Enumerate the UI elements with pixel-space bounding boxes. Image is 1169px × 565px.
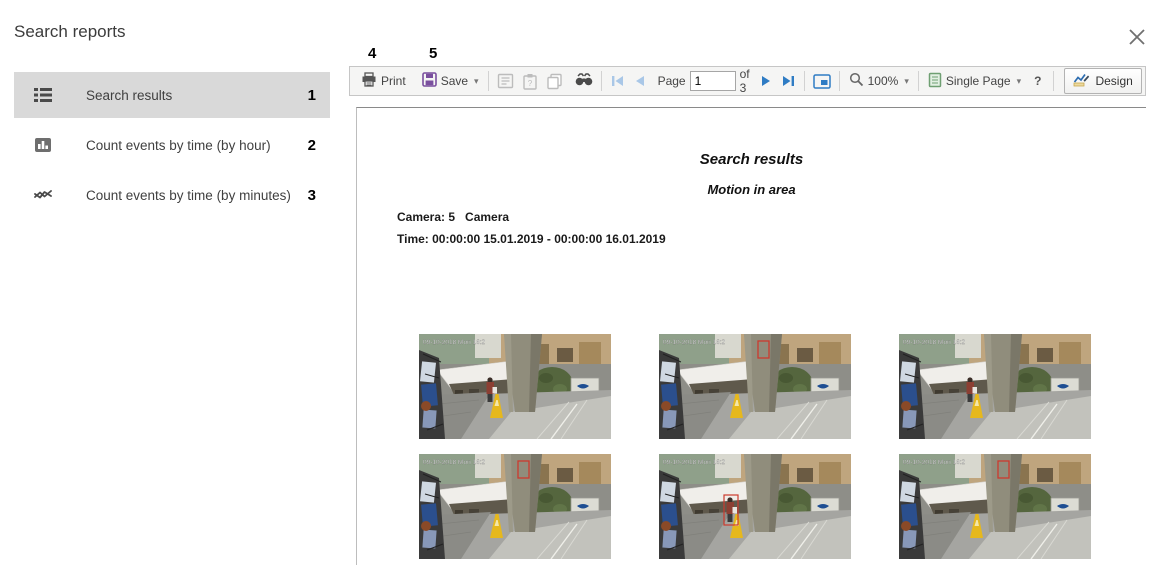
report-viewer-toolbar: Print Save ▾ ?: [349, 66, 1146, 96]
magnifier-icon: [849, 72, 864, 90]
camera-snapshot: ) 09-10-2018 Mon 16:2: [419, 454, 611, 559]
sidebar-item-label: Search results: [86, 88, 172, 103]
page-count-label: of 3: [740, 67, 750, 95]
first-page-button: [606, 73, 629, 89]
divider: [1053, 71, 1054, 91]
svg-text:?: ?: [527, 79, 532, 88]
help-button[interactable]: ?: [1026, 72, 1049, 90]
print-button[interactable]: Print: [356, 70, 411, 92]
annotation-number: 5: [429, 45, 437, 62]
divider: [918, 71, 919, 91]
design-icon: [1073, 72, 1090, 90]
svg-text:09-10-2018 Mon 16:2: 09-10-2018 Mon 16:2: [903, 339, 966, 346]
print-label: Print: [381, 74, 406, 88]
svg-text:09-10-2018 Mon 16:2: 09-10-2018 Mon 16:2: [663, 339, 726, 346]
printer-icon: [361, 72, 377, 90]
chevron-down-icon: ▾: [474, 76, 479, 87]
sidebar-item-count-by-minutes[interactable]: Count events by time (by minutes) 3: [14, 172, 330, 218]
binoculars-icon: [575, 73, 593, 90]
list-icon: [34, 86, 52, 104]
save-icon: [422, 72, 437, 90]
previous-page-button: [629, 73, 650, 89]
annotation-number: 4: [368, 45, 376, 62]
sidebar-item-label: Count events by time (by minutes): [86, 188, 291, 203]
divider: [839, 71, 840, 91]
save-button[interactable]: Save ▾: [417, 70, 484, 92]
zoom-button[interactable]: 100% ▾: [844, 70, 914, 92]
camera-info: Camera: 5 Camera: [397, 210, 509, 224]
single-page-icon: [928, 72, 942, 91]
last-page-button[interactable]: [777, 73, 800, 89]
full-screen-button[interactable]: [809, 72, 835, 91]
view-mode-label: Single Page: [946, 74, 1011, 88]
camera-snapshot: ) 09-10-2018 Mon 16:2: [899, 454, 1091, 559]
chevron-down-icon: ▾: [1017, 76, 1022, 87]
line-chart-icon: [34, 186, 52, 204]
page-number-input[interactable]: [690, 71, 736, 91]
parameters-icon: ?: [518, 71, 542, 92]
svg-text:09-10-2018 Mon 16:2: 09-10-2018 Mon 16:2: [903, 459, 966, 466]
divider: [488, 71, 489, 91]
sidebar-item-search-results[interactable]: Search results 1: [14, 72, 330, 118]
bookmarks-button: [493, 71, 518, 91]
svg-text:09-10-2018 Mon 16:2: 09-10-2018 Mon 16:2: [423, 459, 486, 466]
annotation-number: 2: [308, 137, 316, 154]
report-title: Search results: [357, 151, 1146, 168]
svg-text:09-10-2018 Mon 16:2: 09-10-2018 Mon 16:2: [423, 339, 486, 346]
report-preview-page: Search results Motion in area Camera: 5 …: [356, 107, 1146, 565]
divider: [601, 71, 602, 91]
report-type-sidebar: Search results 1 Count events by time (b…: [14, 72, 330, 218]
view-mode-button[interactable]: Single Page ▾: [923, 70, 1026, 93]
camera-snapshot: ) 09-10-2018 Mon 16:2: [659, 334, 851, 439]
time-range-info: Time: 00:00:00 15.01.2019 - 00:00:00 16.…: [397, 232, 666, 246]
annotation-number: 1: [308, 87, 316, 104]
close-icon[interactable]: [1124, 24, 1150, 50]
page-title: Search reports: [14, 22, 126, 42]
svg-text:09-10-2018 Mon 16:2: 09-10-2018 Mon 16:2: [663, 459, 726, 466]
bar-chart-icon: [34, 136, 52, 154]
zoom-level-label: 100%: [868, 74, 899, 88]
camera-snapshot: ) 09-10-2018 Mon 16:2: [899, 334, 1091, 439]
divider: [804, 71, 805, 91]
report-subtitle: Motion in area: [357, 182, 1146, 197]
sidebar-item-label: Count events by time (by hour): [86, 138, 271, 153]
next-page-button[interactable]: [756, 73, 777, 89]
save-label: Save: [441, 74, 468, 88]
chevron-down-icon: ▾: [904, 76, 909, 87]
page-label: Page: [658, 74, 686, 88]
camera-snapshot: ) 09-10-2018 Mon 16:2: [659, 454, 851, 559]
camera-snapshot: ) 09-10-2018 Mon 16:2: [419, 334, 611, 439]
design-label: Design: [1095, 74, 1132, 88]
copy-pages-icon: [542, 71, 567, 92]
annotation-number: 3: [308, 187, 316, 204]
sidebar-item-count-by-hour[interactable]: Count events by time (by hour) 2: [14, 122, 330, 168]
find-button[interactable]: [571, 71, 597, 92]
design-button[interactable]: Design: [1064, 68, 1141, 94]
